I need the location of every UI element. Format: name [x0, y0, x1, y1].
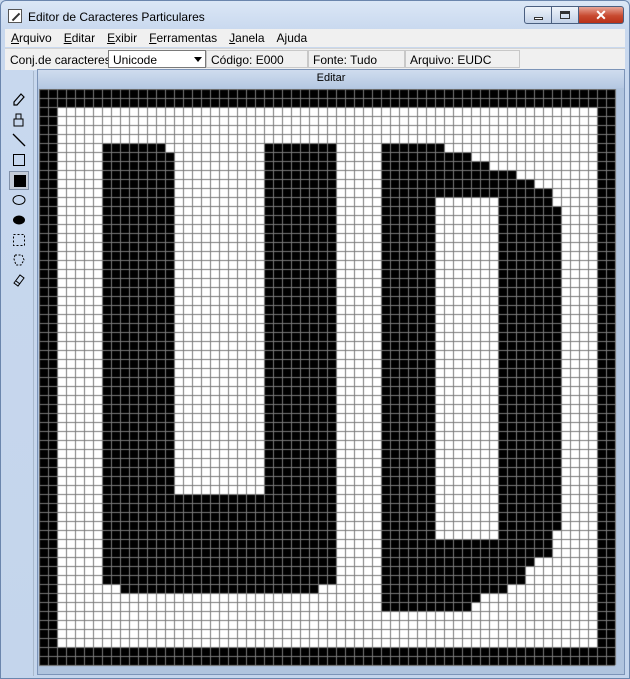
charset-dropdown[interactable]: Unicode: [108, 50, 206, 68]
file-field: Arquivo: EUDC: [405, 50, 520, 68]
menu-ferramentas[interactable]: Ferramentas: [143, 29, 223, 47]
window-title: Editor de Caracteres Particulares: [28, 10, 205, 24]
app-window: Editor de Caracteres Particulares ✕ Arqu…: [0, 0, 630, 679]
menu-label: rquivo: [19, 31, 52, 45]
menu-accelerator: E: [63, 31, 72, 45]
font-field: Fonte: Tudo: [308, 50, 405, 68]
rect-select-tool[interactable]: [9, 231, 29, 250]
app-icon: [8, 9, 22, 23]
menu-label: ditar: [71, 31, 96, 45]
hollow-ellipse-tool[interactable]: [9, 191, 29, 210]
charset-label: Conj.de caracteres:: [10, 53, 115, 67]
code-field: Código: E000: [206, 50, 308, 68]
menu-janela[interactable]: Janela: [223, 29, 270, 47]
filled-ellipse-tool[interactable]: [9, 211, 29, 230]
toolbox: [8, 91, 30, 287]
hollow-rectangle-tool[interactable]: [9, 151, 29, 170]
editor-title[interactable]: Editar: [38, 70, 624, 88]
menu-editar[interactable]: Editar: [58, 29, 101, 47]
line-tool[interactable]: [9, 131, 29, 150]
editor-window: Editar: [37, 69, 625, 675]
charset-value: Unicode: [113, 53, 158, 67]
freeform-select-tool[interactable]: [9, 251, 29, 270]
menu-accelerator: E: [107, 31, 116, 45]
menu-bar: Arquivo Editar Exibir Ferramentas Janela…: [5, 29, 625, 47]
menu-accelerator: A: [11, 31, 20, 45]
freeform-select-icon: [13, 254, 25, 266]
maximize-button[interactable]: [552, 6, 579, 24]
menu-label: erramentas: [156, 31, 218, 45]
pencil-icon: [13, 93, 25, 106]
close-icon: ✕: [595, 7, 607, 23]
filled-rectangle-tool[interactable]: [9, 171, 29, 190]
chevron-down-icon: [194, 57, 202, 62]
menu-ajuda[interactable]: Ajuda: [271, 29, 314, 47]
filled-ellipse-icon: [13, 215, 25, 225]
menu-label: uda: [287, 31, 308, 45]
window-controls: ✕: [524, 6, 624, 25]
menu-label: anela: [235, 31, 265, 45]
line-icon: [12, 133, 26, 147]
menu-arquivo[interactable]: Arquivo: [5, 29, 58, 47]
rect-select-icon: [13, 234, 25, 246]
menu-label: xibir: [115, 31, 138, 45]
brush-icon: [13, 113, 24, 127]
eraser-tool[interactable]: [9, 271, 29, 290]
filled-rectangle-icon: [14, 175, 26, 187]
eraser-icon: [13, 274, 25, 287]
menu-exibir[interactable]: Exibir: [101, 29, 143, 47]
minimize-button[interactable]: [524, 6, 552, 24]
brush-tool[interactable]: [9, 111, 29, 130]
info-bar: Conj.de caracteres: Unicode Código: E000…: [5, 48, 625, 70]
pencil-tool[interactable]: [9, 91, 29, 110]
hollow-rectangle-icon: [13, 154, 25, 166]
glyph-edit-grid[interactable]: [39, 89, 623, 673]
menu-label: A: [276, 31, 285, 45]
close-button[interactable]: ✕: [579, 6, 624, 24]
hollow-ellipse-icon: [12, 195, 26, 205]
